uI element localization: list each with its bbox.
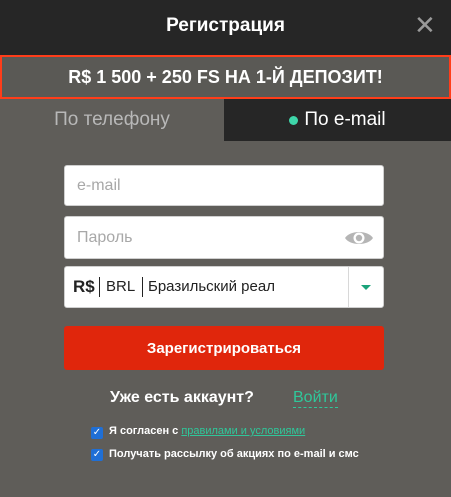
active-dot-icon <box>289 115 299 125</box>
login-underline <box>293 407 338 408</box>
registration-tabs: По телефону По e-mail <box>0 99 451 141</box>
tab-phone[interactable]: По телефону <box>0 99 224 141</box>
newsletter-text: Получать рассылку об акциях по e-mail и … <box>109 448 359 460</box>
close-icon[interactable]: ✕ <box>414 13 436 39</box>
agree-checkbox[interactable]: ✓ <box>91 427 103 439</box>
chevron-down-icon[interactable] <box>361 285 371 290</box>
currency-select[interactable]: R$ BRL Бразильский реал <box>64 266 384 308</box>
email-field[interactable] <box>77 166 337 205</box>
modal-title: Регистрация <box>166 15 285 36</box>
terms-link[interactable]: правилами и условиями <box>181 425 305 437</box>
login-link[interactable]: Войти <box>293 389 338 407</box>
promo-text: R$ 1 500 + 250 FS НА 1-Й ДЕПОЗИТ! <box>68 66 383 87</box>
newsletter-checkbox[interactable]: ✓ <box>91 449 103 461</box>
currency-separator <box>99 277 100 297</box>
register-button[interactable]: Зарегистрироваться <box>64 326 384 370</box>
eye-icon[interactable] <box>344 229 374 247</box>
currency-symbol: R$ <box>73 277 95 296</box>
tab-phone-label: По телефону <box>54 109 170 130</box>
tab-email-label: По e-mail <box>304 109 386 130</box>
select-divider <box>348 267 349 307</box>
agree-prefix: Я согласен с <box>109 425 179 437</box>
currency-code: BRL <box>106 278 136 295</box>
password-field-wrapper <box>64 216 384 259</box>
currency-name: Бразильский реал <box>148 278 275 295</box>
tab-email[interactable]: По e-mail <box>224 99 451 141</box>
currency-separator <box>142 277 143 297</box>
have-account-text: Уже есть аккаунт? <box>110 389 254 406</box>
promo-banner: R$ 1 500 + 250 FS НА 1-Й ДЕПОЗИТ! <box>0 55 451 99</box>
password-field[interactable] <box>77 217 337 258</box>
email-field-wrapper <box>64 165 384 206</box>
agree-text: Я согласен с правилами и условиями <box>109 425 305 437</box>
modal-header: Регистрация ✕ <box>0 0 451 55</box>
